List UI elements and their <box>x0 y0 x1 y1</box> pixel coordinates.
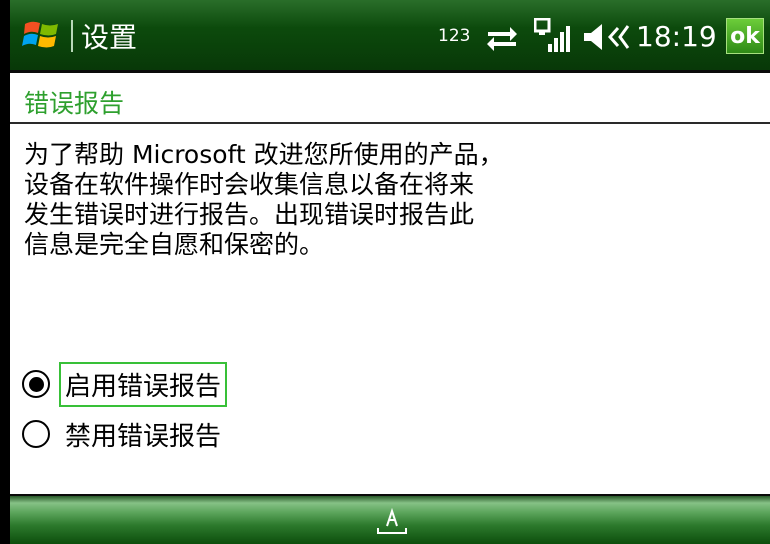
title-separator <box>71 20 73 52</box>
connectivity-icon[interactable] <box>484 22 520 52</box>
enable-error-reporting-label[interactable]: 启用错误报告 <box>59 361 228 407</box>
ok-button[interactable]: ok <box>726 18 764 54</box>
volume-icon[interactable] <box>582 22 630 52</box>
enable-error-reporting-option[interactable]: 启用错误报告 <box>22 361 228 407</box>
description-line: 发生错误时进行报告。出现错误时报告此 <box>24 200 475 229</box>
clock[interactable]: 18:19 <box>636 20 717 53</box>
page-title: 错误报告 <box>24 89 125 118</box>
header-divider <box>10 122 770 124</box>
input-mode-indicator[interactable]: 123 <box>438 26 470 46</box>
soft-key-bar <box>10 494 770 544</box>
windows-start-icon[interactable] <box>22 16 62 54</box>
description-text: 为了帮助 Microsoft 改进您所使用的产品， 设备在软件操作时会收集信息以… <box>24 140 584 260</box>
window-title: 设置 <box>81 21 138 54</box>
screen: 设置 123 18:19 ok 错误报告 为了帮助 Microsoft 改进您所… <box>10 0 770 544</box>
description-line: 信息是完全自愿和保密的。 <box>24 230 325 259</box>
radio-button-unchecked[interactable] <box>22 420 50 448</box>
title-bar: 设置 123 18:19 ok <box>10 0 770 73</box>
disable-error-reporting-option[interactable]: 禁用错误报告 <box>22 414 227 454</box>
signal-strength-icon[interactable] <box>534 18 572 54</box>
keyboard-input-icon[interactable] <box>372 508 412 536</box>
radio-button-checked[interactable] <box>22 370 50 398</box>
disable-error-reporting-label[interactable]: 禁用错误报告 <box>59 412 227 457</box>
description-line: 为了帮助 Microsoft 改进您所使用的产品， <box>24 140 504 169</box>
description-line: 设备在软件操作时会收集信息以备在将来 <box>24 170 475 199</box>
